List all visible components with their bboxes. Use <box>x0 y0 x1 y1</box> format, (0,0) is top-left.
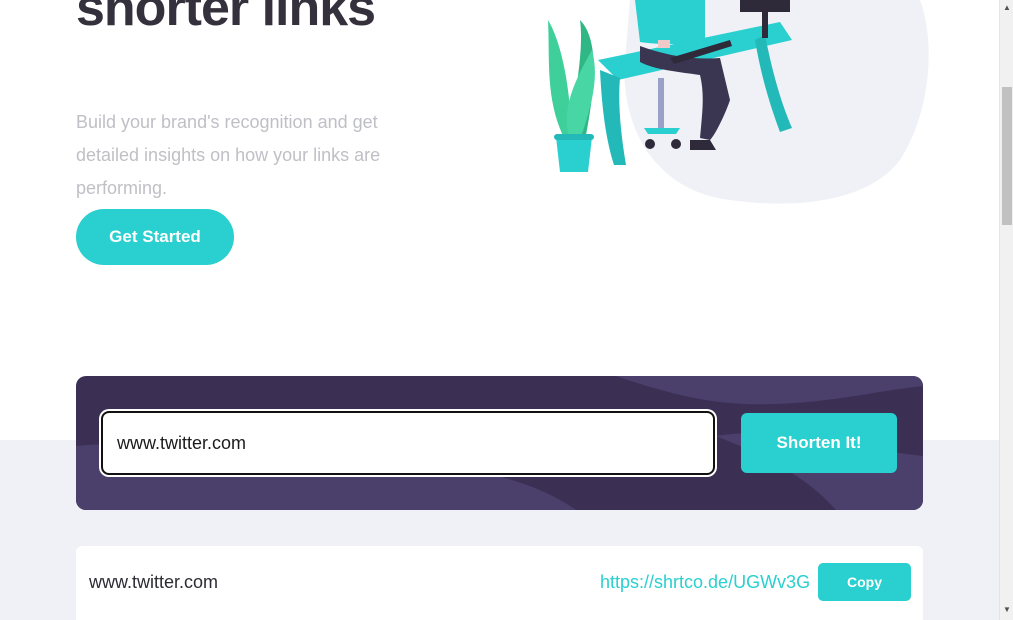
scroll-up-arrow-icon[interactable]: ▲ <box>1000 2 1013 14</box>
hero-title: shorter links <box>76 0 376 37</box>
scroll-thumb[interactable] <box>1002 87 1012 225</box>
shorten-button[interactable]: Shorten It! <box>741 413 897 473</box>
hero-subtitle: Build your brand's recognition and get d… <box>76 112 381 198</box>
page: shorter links Build your brand's recogni… <box>0 0 999 620</box>
plant-illustration <box>548 20 595 172</box>
working-person-illustration <box>548 0 929 204</box>
result-short-url[interactable]: https://shrtco.de/UGWv3G <box>600 572 810 593</box>
shorten-form: Shorten It! <box>76 376 923 510</box>
vertical-scrollbar[interactable]: ▲ ▼ <box>999 0 1013 620</box>
result-row: www.twitter.com https://shrtco.de/UGWv3G… <box>76 546 923 620</box>
result-original-url: www.twitter.com <box>89 572 219 592</box>
get-started-button[interactable]: Get Started <box>76 209 234 265</box>
copy-button[interactable]: Copy <box>818 563 911 601</box>
url-input[interactable] <box>101 411 715 475</box>
hero-section: shorter links Build your brand's recogni… <box>0 0 999 440</box>
scroll-down-arrow-icon[interactable]: ▼ <box>1000 604 1013 616</box>
